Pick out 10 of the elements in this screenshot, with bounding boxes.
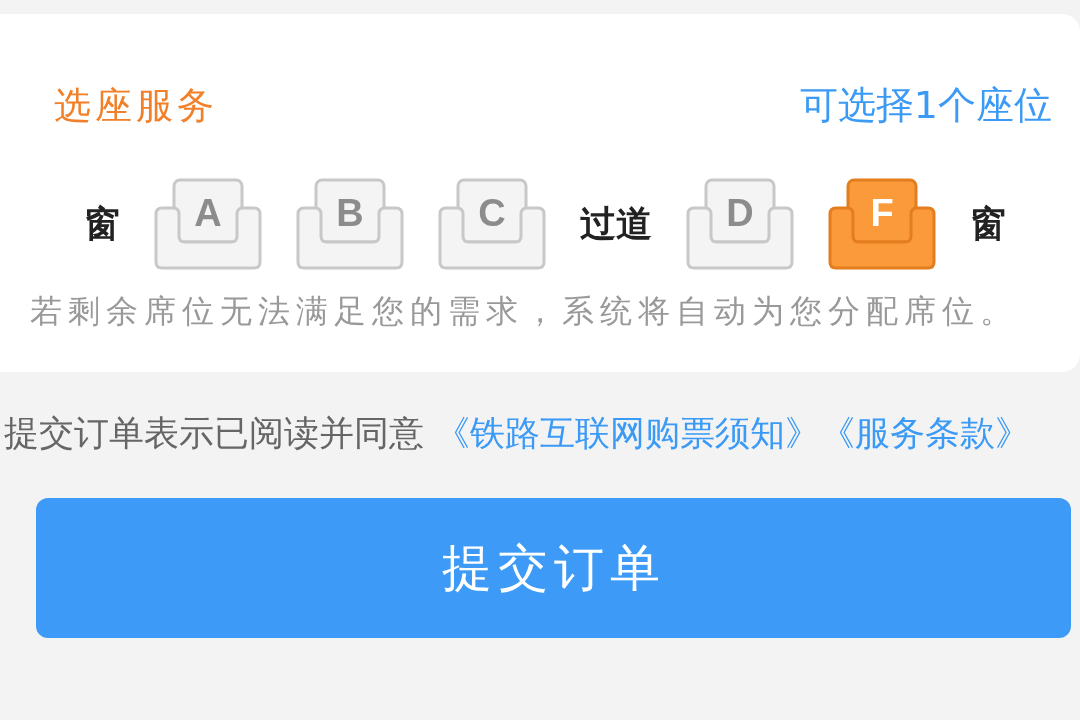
terms-link[interactable]: 《铁路互联网购票须知》	[435, 413, 821, 453]
seat-position-label: 窗	[84, 206, 120, 242]
section-title: 选座服务	[53, 86, 218, 124]
seat-hint: 可选择1个座位	[799, 86, 1052, 124]
submit-button[interactable]: 提交订单	[36, 498, 1071, 638]
seat-position-label: 窗	[970, 206, 1006, 242]
seat-note: 若剩余席位无法满足您的需求，系统将自动为您分配席位。	[30, 292, 1019, 331]
agreement-text: 提交订单表示已阅读并同意 《铁路互联网购票须知》《服务条款》	[4, 412, 1032, 454]
terms-link[interactable]: 《服务条款》	[820, 413, 1031, 453]
seat-position-label: 过道	[580, 206, 652, 242]
